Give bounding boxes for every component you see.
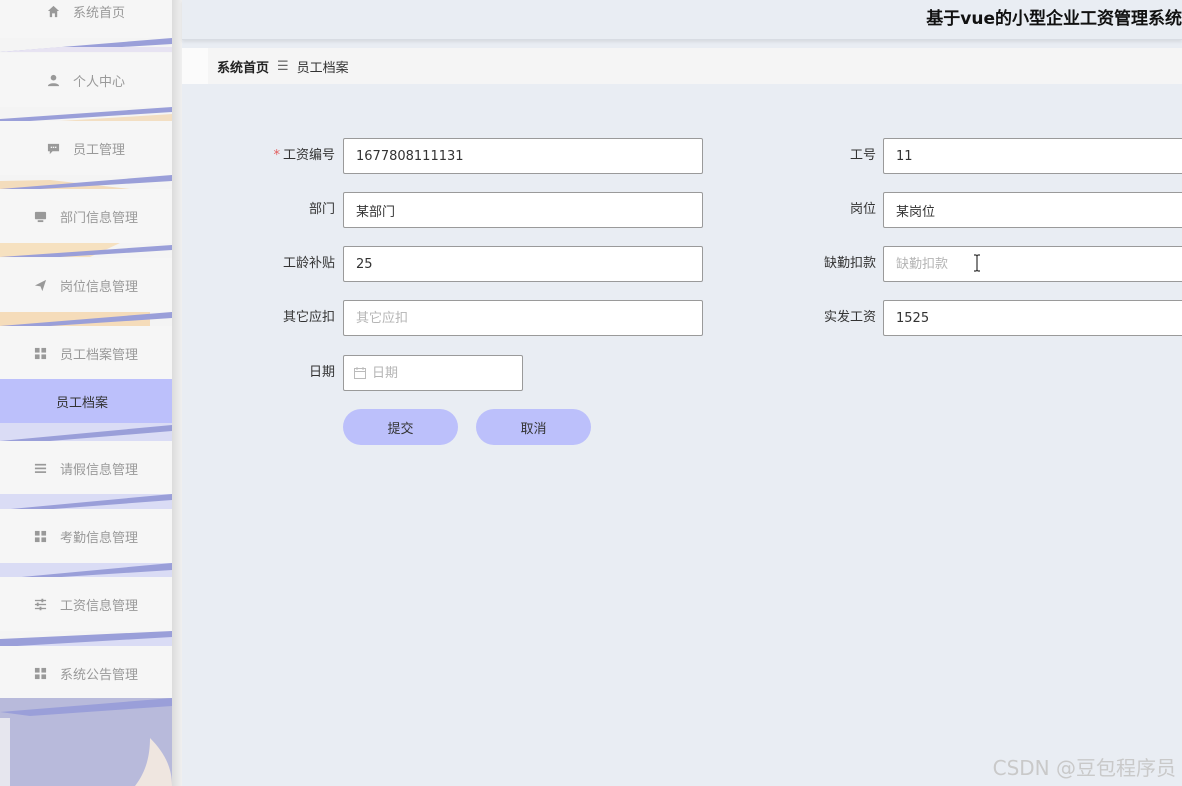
home-icon [47, 4, 61, 18]
sidebar-divider [0, 631, 172, 647]
sidebar-item-home[interactable]: 系统首页 [0, 0, 172, 38]
sidebar-item-employee-management[interactable]: 员工管理 [0, 121, 172, 175]
net-salary-label: 实发工资 [823, 310, 876, 325]
sidebar-item-department-management[interactable]: 部门信息管理 [0, 189, 172, 243]
grid-icon [34, 346, 48, 360]
sidebar-edge [172, 0, 182, 786]
list-icon [34, 461, 48, 475]
other-deduction-label: 其它应扣 [282, 310, 335, 325]
top-header: 基于vue的小型企业工资管理系统 [182, 0, 1182, 40]
app-title: 基于vue的小型企业工资管理系统 [926, 9, 1182, 29]
sidebar-item-label: 岗位信息管理 [59, 279, 138, 295]
grid-icon [34, 666, 48, 680]
salary-no-label: * 工资编号 [215, 138, 335, 174]
breadcrumb-home[interactable]: 系统首页 [217, 57, 269, 76]
department-input[interactable] [343, 192, 703, 228]
cancel-button[interactable]: 取消 [476, 409, 591, 445]
text-cursor-icon [972, 254, 982, 272]
send-icon [34, 278, 48, 292]
sidebar-divider [0, 423, 172, 441]
sidebar-divider [0, 107, 172, 121]
sidebar-divider [0, 175, 172, 189]
calendar-icon [354, 367, 366, 379]
sidebar-item-salary-management[interactable]: 工资信息管理 [0, 577, 172, 631]
date-input[interactable] [372, 365, 512, 381]
sidebar-item-label: 系统公告管理 [59, 667, 138, 683]
salary-no-input[interactable] [343, 138, 703, 174]
sidebar-item-position-management[interactable]: 岗位信息管理 [0, 258, 172, 312]
sidebar-item-label: 部门信息管理 [59, 210, 138, 226]
chat-icon [47, 141, 61, 155]
sidebar-item-label: 请假信息管理 [59, 462, 138, 478]
date-picker[interactable] [343, 355, 523, 391]
sidebar: 系统首页 个人中心 员工管理 部门信息管理 岗位信息管理 员工档案管理 员工档案… [0, 0, 172, 786]
seniority-allowance-input[interactable] [343, 246, 703, 282]
sidebar-item-employee-archive[interactable]: 员工档案 [0, 379, 172, 423]
sidebar-divider [0, 38, 172, 52]
sidebar-item-label: 员工档案 [56, 395, 109, 411]
sidebar-divider [0, 243, 172, 257]
seniority-allowance-label: 工龄补贴 [282, 256, 335, 271]
sidebar-item-label: 系统首页 [72, 5, 125, 21]
sidebar-item-personal-center[interactable]: 个人中心 [0, 53, 172, 107]
breadcrumb-current: 员工档案 [296, 60, 349, 76]
sliders-icon [34, 597, 48, 611]
required-mark: * [273, 148, 280, 163]
absence-deduction-label: 缺勤扣款 [823, 256, 876, 271]
watermark: CSDN @豆包程序员 [992, 756, 1176, 780]
other-deduction-input[interactable] [343, 300, 703, 336]
position-label: 岗位 [849, 202, 876, 217]
sidebar-item-leave-management[interactable]: 请假信息管理 [0, 441, 172, 495]
sidebar-divider [0, 312, 172, 326]
sidebar-item-label: 考勤信息管理 [59, 530, 138, 546]
sidebar-item-label: 员工档案管理 [59, 347, 138, 363]
breadcrumb-pad [182, 48, 208, 84]
sidebar-item-employee-archive-management[interactable]: 员工档案管理 [0, 326, 172, 380]
net-salary-input[interactable] [883, 300, 1182, 336]
department-label: 部门 [308, 202, 335, 217]
sidebar-divider [0, 494, 172, 510]
breadcrumb: 系统首页 ☰ 员工档案 [208, 48, 1182, 84]
sidebar-item-announcement-management[interactable]: 系统公告管理 [0, 646, 172, 700]
employee-no-input[interactable] [883, 138, 1182, 174]
sidebar-item-attendance-management[interactable]: 考勤信息管理 [0, 509, 172, 563]
sidebar-decoration [0, 698, 172, 786]
absence-deduction-input[interactable] [883, 246, 1182, 282]
breadcrumb-separator: ☰ [277, 58, 289, 74]
date-label: 日期 [308, 365, 335, 380]
grid-icon [34, 529, 48, 543]
monitor-icon [34, 209, 48, 223]
user-icon [47, 73, 61, 87]
salary-no-label-text: 工资编号 [282, 148, 335, 163]
employee-no-label: 工号 [849, 148, 876, 163]
sidebar-item-label: 个人中心 [72, 74, 125, 90]
position-input[interactable] [883, 192, 1182, 228]
sidebar-item-label: 工资信息管理 [59, 598, 138, 614]
sidebar-item-label: 员工管理 [72, 142, 125, 158]
submit-button[interactable]: 提交 [343, 409, 458, 445]
